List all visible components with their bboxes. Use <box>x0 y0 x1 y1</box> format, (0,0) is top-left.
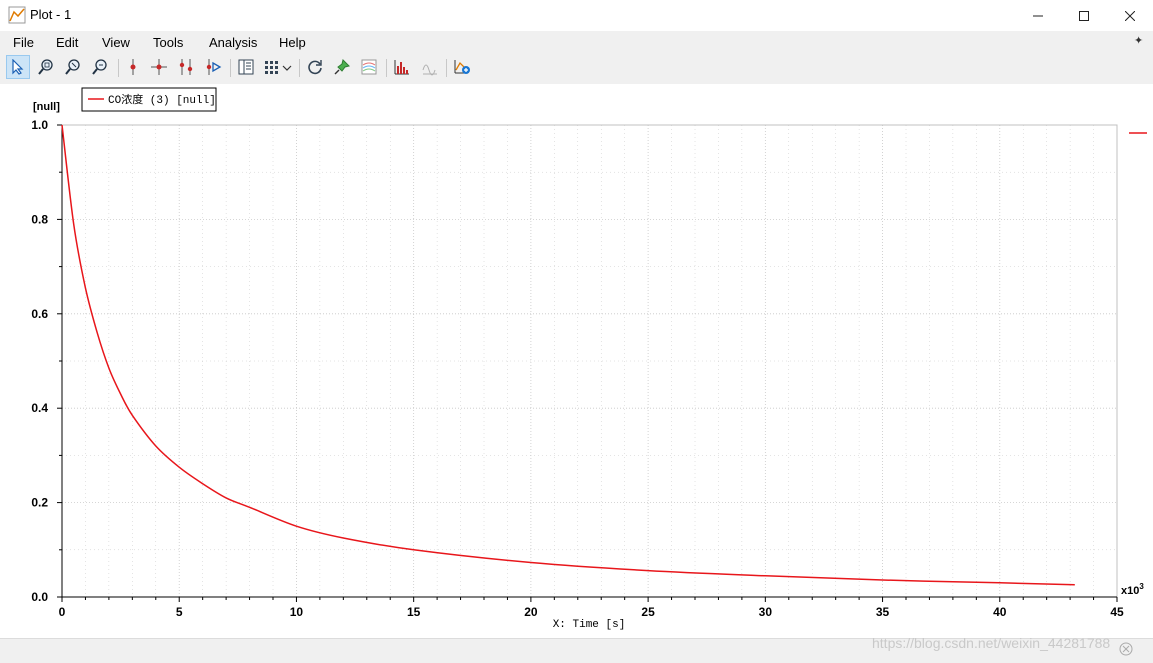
y-tick-label: 0.6 <box>31 307 48 321</box>
maximize-button[interactable] <box>1061 0 1107 31</box>
pin-icon[interactable]: ✦ <box>1134 34 1143 47</box>
minimize-icon <box>1033 15 1043 16</box>
x-tick-label: 15 <box>407 605 421 619</box>
x-tick-label: 35 <box>876 605 890 619</box>
crosshair-button[interactable] <box>147 55 171 79</box>
plot-app-icon <box>8 6 26 24</box>
zoom-in-icon <box>65 59 80 75</box>
fft-disabled-icon <box>422 64 437 76</box>
zoom-region-button[interactable] <box>34 55 58 79</box>
toolbar-separator <box>118 59 119 77</box>
histogram-icon <box>394 60 409 75</box>
line-chart[interactable]: 0 5 10 15 20 25 30 35 40 45 0.0 0.2 0.4 0.6 0.8 1.0 CO浓… <box>0 84 1153 638</box>
plot-panel[interactable]: 0 5 10 15 20 25 30 35 40 45 0.0 0.2 0.4 0.6 0.8 1.0 CO浓… <box>0 84 1153 638</box>
watermark-text: https://blog.csdn.net/weixin_44281788 <box>872 635 1111 651</box>
menu-tools[interactable]: Tools <box>153 35 183 50</box>
x-tick-label: 45 <box>1110 605 1124 619</box>
layers-icon <box>361 59 377 75</box>
x-multiplier-label: x103 <box>1121 582 1144 597</box>
resize-grip-icon[interactable] <box>1118 641 1134 657</box>
grid-options-button[interactable] <box>262 55 294 79</box>
histogram-button[interactable] <box>390 55 414 79</box>
close-icon <box>1125 10 1135 21</box>
y-tick-label: 0.4 <box>31 401 48 415</box>
toolbar <box>0 53 1153 83</box>
x-tick-label: 0 <box>59 605 66 619</box>
double-marker-icon <box>179 59 193 75</box>
menu-bar: File Edit View Tools Analysis Help <box>0 31 1153 53</box>
x-tick-label: 25 <box>641 605 655 619</box>
menu-analysis[interactable]: Analysis <box>209 35 257 50</box>
close-button[interactable] <box>1107 0 1153 31</box>
x-tick-label: 10 <box>290 605 304 619</box>
y-axis-label: [null] <box>33 101 60 113</box>
pushpin-icon <box>334 59 350 75</box>
table-view-button[interactable] <box>234 55 258 79</box>
fft-button <box>418 55 442 79</box>
pin-tool-button[interactable] <box>330 55 354 79</box>
add-plot-button[interactable] <box>450 55 474 79</box>
toolbar-separator <box>299 59 300 77</box>
marker-play-button[interactable] <box>201 55 225 79</box>
x-tick-label: 40 <box>993 605 1007 619</box>
y-tick-label: 1.0 <box>31 118 48 132</box>
x-tick-label: 30 <box>759 605 773 619</box>
window-title: Plot - 1 <box>30 7 72 22</box>
toolbar-separator <box>446 59 447 77</box>
crosshair-icon <box>151 59 167 75</box>
maximize-icon <box>1079 10 1089 21</box>
y-tick-label: 0.0 <box>31 590 48 604</box>
layers-button[interactable] <box>357 55 381 79</box>
add-plot-icon <box>454 60 470 74</box>
x-tick-label: 5 <box>176 605 183 619</box>
zoom-out-button[interactable] <box>88 55 112 79</box>
zoom-in-button[interactable] <box>61 55 85 79</box>
legend-label: CO浓度 (3) [null] <box>108 92 216 107</box>
refresh-button[interactable] <box>303 55 327 79</box>
toolbar-separator <box>386 59 387 77</box>
zoom-region-icon <box>38 59 53 75</box>
toolbar-separator <box>230 59 231 77</box>
refresh-icon <box>308 60 322 75</box>
zoom-out-icon <box>92 59 107 75</box>
double-marker-button[interactable] <box>174 55 198 79</box>
marker-play-icon <box>206 59 222 75</box>
title-bar: Plot - 1 <box>0 0 1153 31</box>
x-axis-label: X: Time [s] <box>553 619 626 631</box>
minimize-button[interactable] <box>1015 0 1061 31</box>
marker-button[interactable] <box>121 55 145 79</box>
series-line-co <box>61 124 1075 586</box>
table-icon <box>238 59 254 75</box>
menu-view[interactable]: View <box>102 35 130 50</box>
select-tool-button[interactable] <box>6 55 30 79</box>
arrow-cursor-icon <box>12 59 24 75</box>
menu-edit[interactable]: Edit <box>56 35 78 50</box>
legend[interactable]: CO浓度 (3) [null] <box>81 87 217 112</box>
grid-icon <box>265 61 292 74</box>
menu-help[interactable]: Help <box>279 35 306 50</box>
y-tick-label: 0.8 <box>31 212 48 226</box>
menu-file[interactable]: File <box>13 35 34 50</box>
marker-icon <box>130 59 136 75</box>
y-tick-label: 0.2 <box>31 496 48 510</box>
x-tick-label: 20 <box>524 605 538 619</box>
